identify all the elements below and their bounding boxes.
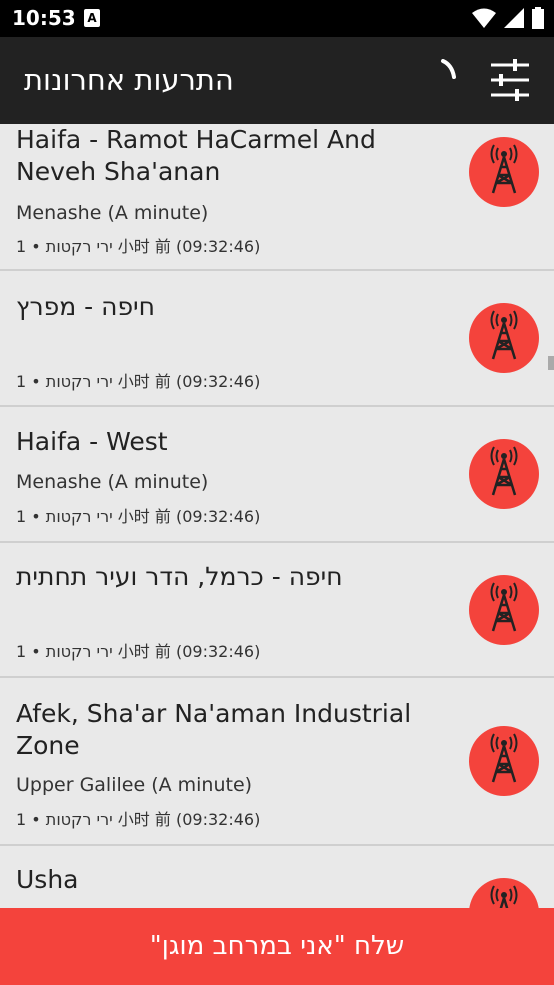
signal-icon bbox=[504, 8, 524, 28]
app-bar: התרעות אחרונות bbox=[0, 37, 554, 124]
alert-item[interactable]: חיפה - כרמל, הדר ועיר תחתית ירי רקטות • … bbox=[0, 543, 554, 678]
alert-item[interactable]: Usha bbox=[0, 846, 554, 908]
status-time: 10:53 bbox=[12, 6, 76, 30]
scrollbar-thumb[interactable] bbox=[548, 356, 554, 370]
alert-time: ירי רקטות • 1 小时 前 (09:32:46) bbox=[16, 810, 261, 829]
alert-time: ירי רקטות • 1 小时 前 (09:32:46) bbox=[16, 507, 261, 526]
page-title: התרעות אחרונות bbox=[24, 63, 234, 97]
alert-city: חיפה - כרמל, הדר ועיר תחתית bbox=[16, 562, 343, 591]
alert-badge bbox=[469, 575, 539, 645]
battery-icon bbox=[532, 7, 544, 29]
alert-time: ירי רקטות • 1 小时 前 (09:32:46) bbox=[16, 642, 261, 661]
radio-tower-icon bbox=[490, 144, 518, 194]
radio-tower-icon bbox=[490, 582, 518, 632]
spinner-icon bbox=[441, 59, 456, 79]
radio-tower-icon bbox=[490, 885, 518, 908]
alert-city: Haifa - West bbox=[16, 427, 168, 456]
notification-icon: A bbox=[84, 9, 100, 27]
alert-item[interactable]: Haifa - Ramot HaCarmel And Neveh Sha'ana… bbox=[0, 124, 554, 271]
alert-badge bbox=[469, 439, 539, 509]
alert-area: Upper Galilee (A minute) bbox=[16, 774, 253, 796]
alert-item[interactable]: Haifa - West Menashe (A minute) ירי רקטו… bbox=[0, 407, 554, 543]
alert-badge bbox=[469, 303, 539, 373]
radio-tower-icon bbox=[490, 446, 518, 496]
wifi-icon bbox=[472, 8, 496, 28]
alert-item[interactable]: חיפה - מפרץ ירי רקטות • 1 小时 前 (09:32:46… bbox=[0, 271, 554, 407]
alert-badge bbox=[469, 726, 539, 796]
alert-area: Menashe (A minute) bbox=[16, 202, 209, 224]
alert-area: Menashe (A minute) bbox=[16, 471, 209, 493]
alert-city: חיפה - מפרץ bbox=[16, 292, 155, 321]
alert-badge bbox=[469, 878, 539, 908]
alert-item[interactable]: Afek, Sha'ar Na'aman Industrial Zone Upp… bbox=[0, 678, 554, 846]
radio-tower-icon bbox=[490, 310, 518, 360]
radio-tower-icon bbox=[490, 733, 518, 783]
alert-city: Haifa - Ramot HaCarmel And Neveh Sha'ana… bbox=[16, 125, 376, 186]
alert-time: ירי רקטות • 1 小时 前 (09:32:46) bbox=[16, 237, 261, 256]
sliders-icon[interactable] bbox=[489, 59, 531, 101]
alert-city: Usha bbox=[16, 865, 79, 894]
status-icons bbox=[472, 7, 544, 29]
alert-time: ירי רקטות • 1 小时 前 (09:32:46) bbox=[16, 372, 261, 391]
alert-badge bbox=[469, 137, 539, 207]
status-bar: 10:53 A bbox=[0, 0, 554, 37]
alert-city: Afek, Sha'ar Na'aman Industrial Zone bbox=[16, 699, 412, 760]
alert-list[interactable]: Haifa - Ramot HaCarmel And Neveh Sha'ana… bbox=[0, 124, 554, 908]
send-safe-button[interactable]: שלח "אני במרחב מוגן" bbox=[0, 908, 554, 985]
